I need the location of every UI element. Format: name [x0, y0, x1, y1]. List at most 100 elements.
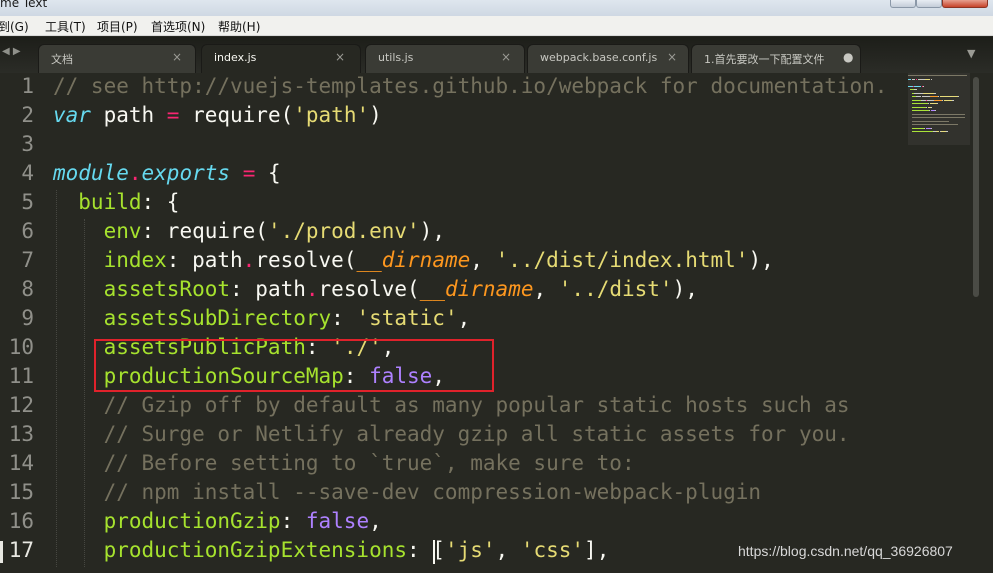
minimap-viewport[interactable]	[908, 73, 970, 145]
minimap[interactable]	[908, 73, 970, 573]
code-token: ],	[584, 538, 610, 562]
watermark-url: https://blog.csdn.net/qq_36926807	[738, 543, 953, 559]
current-line-marker	[0, 541, 3, 563]
code-line: assetsRoot: path.resolve(__dirname, '../…	[53, 277, 698, 301]
tab-documents[interactable]: 文档 ×	[38, 44, 196, 73]
menu-bar: 转到(G) 工具(T) 项目(P) 首选项(N) 帮助(H)	[0, 16, 993, 36]
code-line: assetsSubDirectory: 'static',	[53, 306, 471, 330]
annotation-highlight-box	[94, 339, 494, 392]
code-token: build	[53, 190, 142, 214]
code-token: ),	[748, 248, 774, 272]
code-token: 'js'	[444, 538, 496, 562]
menu-goto[interactable]: 转到(G)	[0, 18, 29, 35]
code-line: productionGzip: false,	[53, 509, 382, 533]
code-token: .	[242, 248, 256, 272]
code-line: // see http://vuejs-templates.github.io/…	[53, 74, 887, 98]
line-number: 16	[8, 509, 34, 533]
code-token: :	[331, 306, 357, 330]
code-token: 'path'	[293, 103, 370, 127]
line-number: 5	[21, 190, 34, 214]
tab-close-icon[interactable]: ×	[501, 50, 511, 64]
tab-notes-file[interactable]: 1.首先要改一下配置文件 ●	[691, 44, 861, 73]
code-token: resolve(	[318, 277, 420, 301]
code-token: ),	[672, 277, 698, 301]
menu-preferences[interactable]: 首选项(N)	[151, 18, 205, 35]
code-editor[interactable]: 1 2 3 4 5 6 7 8 9 10 11 12 13 14 15 16 17 // see http://…	[0, 73, 993, 573]
code-line: build: {	[53, 190, 179, 214]
code-token: productionGzip	[53, 509, 281, 533]
tab-close-icon[interactable]: ×	[172, 50, 182, 64]
code-token: : path	[166, 248, 243, 272]
code-token: 'css'	[520, 538, 585, 562]
close-window-button[interactable]	[942, 0, 988, 8]
code-line: index: path.resolve(__dirname, '../dist/…	[53, 248, 774, 272]
code-token: exports	[141, 161, 231, 185]
line-number: 4	[21, 161, 34, 185]
code-token: assetsRoot	[53, 277, 231, 301]
code-token: : {	[141, 190, 180, 214]
tab-index-js[interactable]: index.js ×	[201, 44, 361, 73]
code-token: __dirname	[419, 277, 534, 301]
line-number: 2	[21, 103, 34, 127]
code-token: ),	[419, 219, 445, 243]
code-token: ,	[495, 538, 521, 562]
code-token: =	[166, 103, 180, 127]
code-token: assetsSubDirectory	[53, 306, 332, 330]
code-line: // Surge or Netlify already gzip all sta…	[53, 422, 850, 446]
code-token: =	[242, 161, 256, 185]
maximize-button[interactable]	[916, 0, 942, 8]
tab-label: 1.首先要改一下配置文件	[704, 53, 825, 66]
unsaved-dot-icon[interactable]: ●	[843, 50, 853, 64]
indent-guide	[56, 190, 57, 567]
code-token: ,	[369, 509, 382, 533]
menu-tools[interactable]: 工具(T)	[45, 18, 86, 35]
code-line: env: require('./prod.env'),	[53, 219, 445, 243]
line-number: 9	[21, 306, 34, 330]
code-line: productionGzipExtensions: ['js', 'css'],	[53, 538, 610, 562]
tab-close-icon[interactable]: ×	[667, 50, 677, 64]
code-line: // Before setting to `true`, make sure t…	[53, 451, 635, 475]
tab-close-icon[interactable]: ×	[335, 50, 345, 64]
line-number: 14	[8, 451, 34, 475]
code-token: productionGzipExtensions	[53, 538, 408, 562]
tab-utils-js[interactable]: utils.js ×	[365, 44, 525, 73]
code-token: )	[369, 103, 382, 127]
tab-label: utils.js	[378, 51, 414, 64]
code-token: // Surge or Netlify already gzip all sta…	[53, 422, 850, 446]
code-token: path	[90, 103, 167, 127]
line-number: 12	[8, 393, 34, 417]
line-number: 1	[21, 74, 34, 98]
tab-webpack-base-conf[interactable]: webpack.base.conf.js ×	[527, 44, 689, 73]
menu-project[interactable]: 项目(P)	[97, 18, 138, 35]
tab-list-dropdown-icon[interactable]: ▼	[967, 47, 975, 60]
tab-label: webpack.base.conf.js	[540, 51, 658, 64]
scrollbar-thumb[interactable]	[973, 77, 979, 297]
code-token: require(	[179, 103, 294, 127]
code-token: 'static'	[356, 306, 458, 330]
code-token: .	[305, 277, 319, 301]
code-token: // Before setting to `true`, make sure t…	[53, 451, 635, 475]
line-number: 13	[8, 422, 34, 446]
code-token: // Gzip off by default as many popular s…	[53, 393, 850, 417]
line-number: 6	[21, 219, 34, 243]
code-token: false	[305, 509, 370, 533]
code-token: {	[255, 161, 281, 185]
code-line: // Gzip off by default as many popular s…	[53, 393, 850, 417]
code-token: // npm install --save-dev compression-we…	[53, 480, 762, 504]
code-token: index	[53, 248, 167, 272]
code-token: : [	[407, 538, 445, 562]
line-number: 8	[21, 277, 34, 301]
code-token: :	[280, 509, 306, 533]
line-number: 15	[8, 480, 34, 504]
minimize-button[interactable]	[890, 0, 916, 8]
code-token: .	[128, 161, 142, 185]
tab-scroll-arrows-icon[interactable]: ◀ ▶	[2, 46, 21, 57]
code-token: // see http://vuejs-templates.github.io/…	[53, 74, 888, 98]
code-line: var path = require('path')	[53, 103, 382, 127]
text-cursor	[433, 540, 436, 564]
menu-help[interactable]: 帮助(H)	[218, 18, 260, 35]
code-token: var	[53, 103, 91, 127]
code-token: resolve(	[255, 248, 357, 272]
code-token: ,	[533, 277, 559, 301]
